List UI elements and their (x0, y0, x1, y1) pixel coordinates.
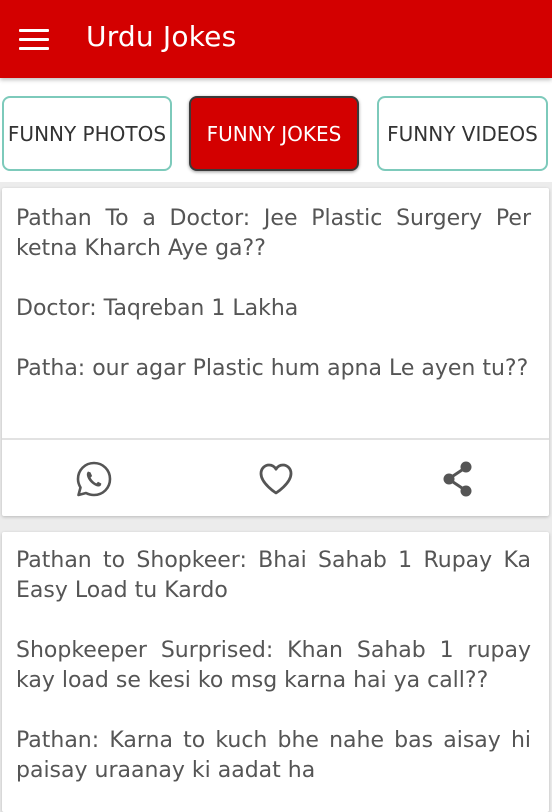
joke-paragraph: Shopkeeper Surprised: Khan Sahab 1 rupay… (16, 638, 531, 693)
joke-paragraph: Pathan to Shopkeer: Bhai Sahab 1 Rupay K… (16, 548, 531, 603)
hamburger-menu-icon[interactable] (16, 23, 52, 55)
joke-card: Pathan to Shopkeer: Bhai Sahab 1 Rupay K… (2, 532, 549, 812)
tab-funny-jokes[interactable]: FUNNY JOKES (189, 96, 359, 171)
app-bar: Urdu Jokes (0, 0, 552, 78)
joke-text: Pathan To a Doctor: Jee Plastic Surgery … (2, 188, 549, 396)
whatsapp-icon[interactable] (73, 458, 115, 500)
joke-text: Pathan to Shopkeer: Bhai Sahab 1 Rupay K… (2, 532, 549, 798)
joke-paragraph: Pathan To a Doctor: Jee Plastic Surgery … (16, 206, 531, 261)
joke-card: Pathan To a Doctor: Jee Plastic Surgery … (2, 188, 549, 516)
joke-paragraph: Doctor: Taqreban 1 Lakha (16, 296, 299, 321)
share-icon[interactable] (437, 458, 479, 500)
category-tabs: FUNNY PHOTOS FUNNY JOKES FUNNY VIDEOS (0, 78, 552, 182)
tab-funny-videos[interactable]: FUNNY VIDEOS (377, 96, 548, 171)
tab-funny-photos[interactable]: FUNNY PHOTOS (2, 96, 172, 171)
page-title: Urdu Jokes (86, 20, 237, 53)
joke-paragraph: Patha: our agar Plastic hum apna Le ayen… (16, 356, 529, 381)
card-actions (2, 438, 549, 516)
heart-icon[interactable] (255, 458, 297, 500)
joke-paragraph: Pathan: Karna to kuch bhe nahe bas aisay… (16, 728, 531, 783)
